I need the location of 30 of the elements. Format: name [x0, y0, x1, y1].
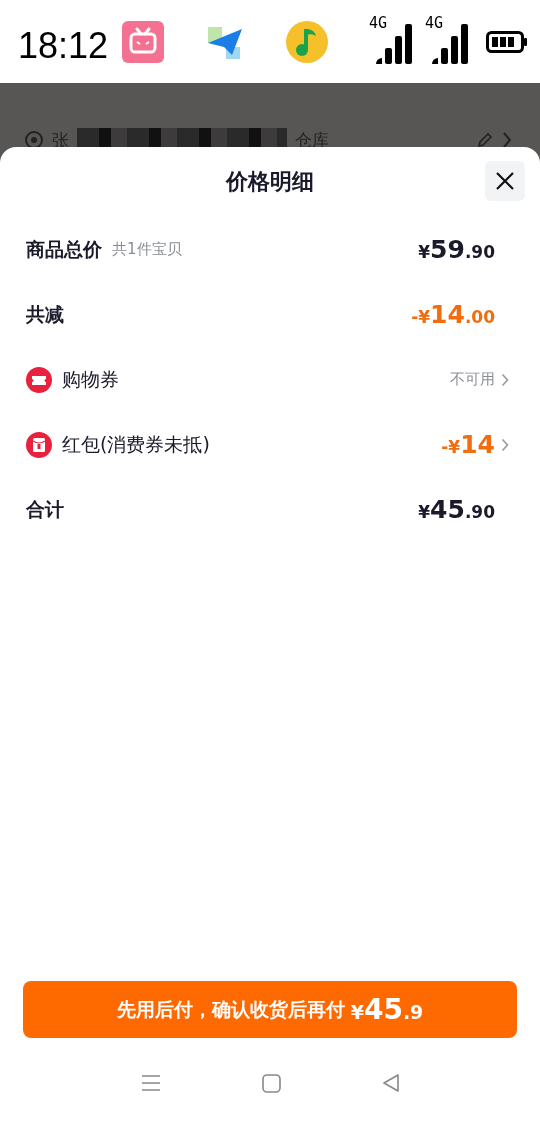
chevron-icon	[502, 131, 512, 149]
row-label: 购物券	[62, 366, 119, 392]
tv-app-icon	[122, 20, 165, 63]
network-type-label: 4G	[425, 13, 444, 32]
network-type-label: 4G	[369, 13, 388, 32]
price-amount: -¥14	[441, 430, 495, 459]
location-icon	[24, 130, 44, 150]
row-label: 商品总价	[26, 236, 102, 262]
close-button[interactable]	[485, 161, 525, 201]
battery-icon	[486, 30, 528, 53]
back-icon	[381, 1074, 400, 1092]
music-note-app-icon	[286, 20, 329, 63]
item-count: 共1件宝贝	[112, 240, 182, 259]
row-label: 合计	[26, 496, 64, 522]
chevron-right-icon	[501, 437, 509, 452]
status-text: 不可用	[450, 370, 495, 389]
clock-time: 18:12	[18, 24, 109, 67]
home-icon	[261, 1073, 281, 1093]
price-amount: ¥59.90	[418, 235, 495, 264]
price-amount: ¥45.90	[418, 495, 495, 524]
sheet-title: 价格明细	[226, 168, 314, 196]
close-icon	[495, 171, 515, 191]
row-label: 共减	[26, 301, 64, 327]
menu-icon	[140, 1074, 161, 1092]
price-amount: -¥14.00	[411, 300, 495, 329]
chevron-right-icon	[501, 372, 509, 387]
pay-button[interactable]: 先用后付，确认收货后再付 ¥45.9	[23, 981, 517, 1038]
ticket-icon	[26, 366, 52, 393]
row-label: 红包(消费券未抵)	[62, 431, 210, 457]
envelope-icon	[26, 431, 52, 458]
